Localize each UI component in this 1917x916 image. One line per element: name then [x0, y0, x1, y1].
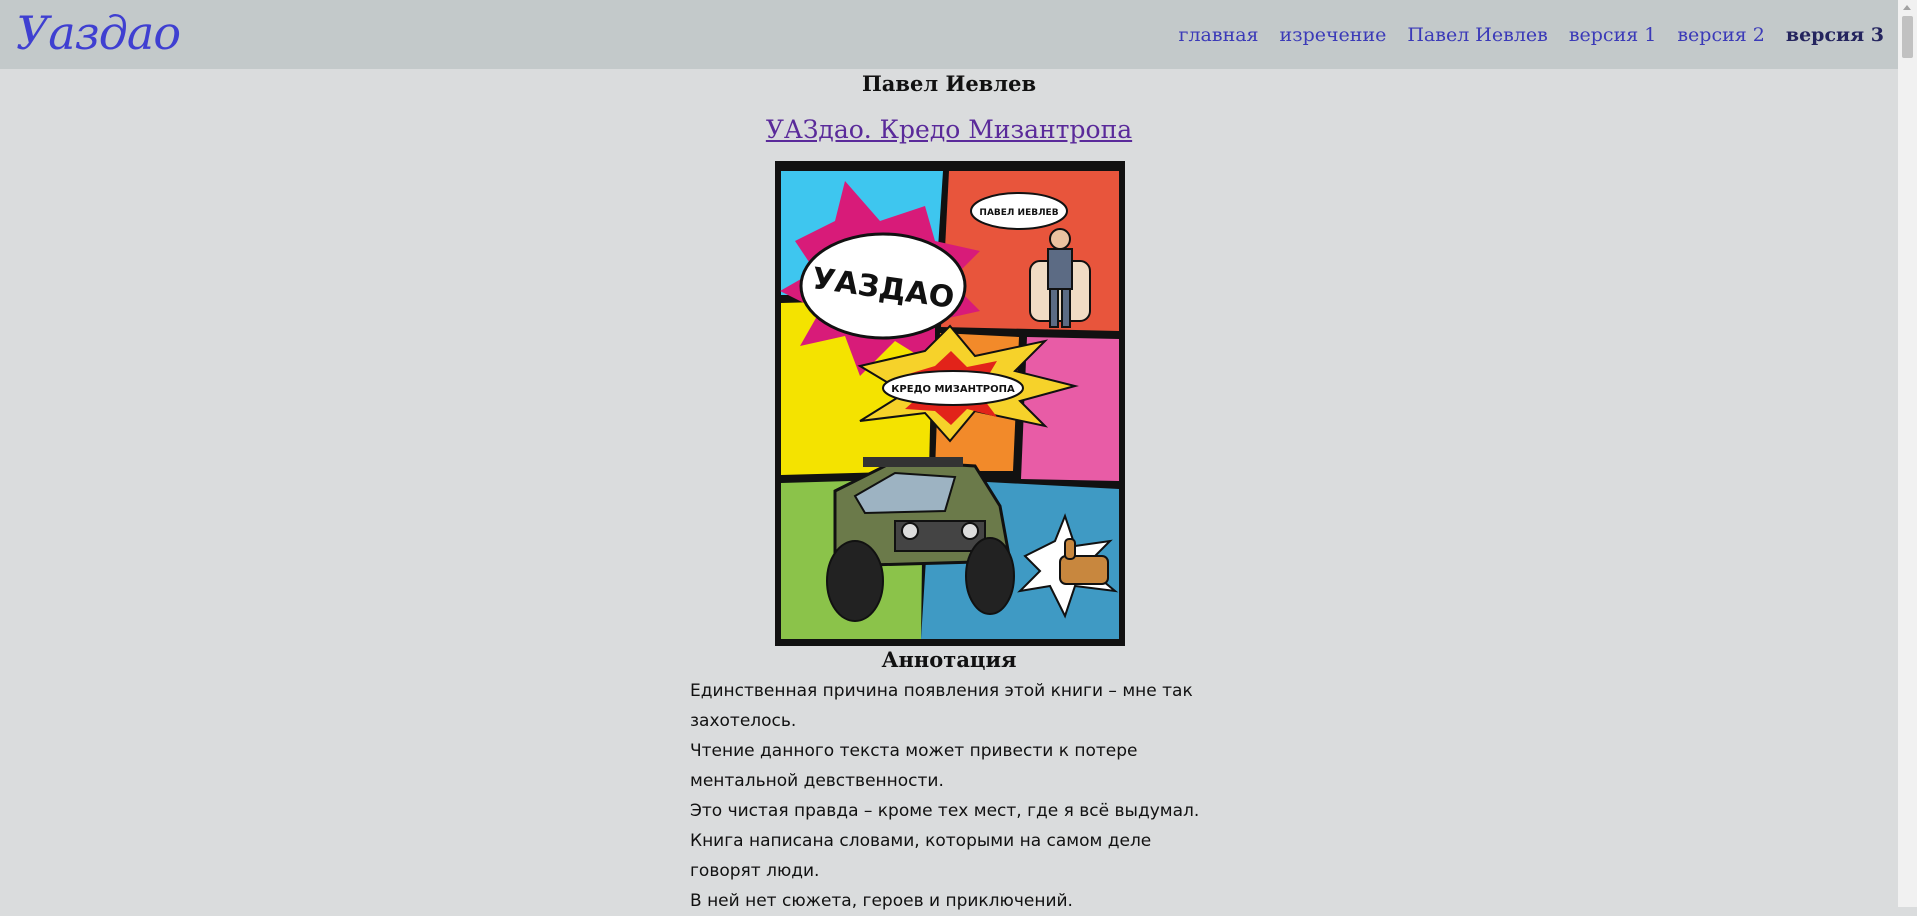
thumb — [1064, 538, 1076, 560]
car-headlight — [961, 522, 979, 540]
book-title: УАЗдао. Кредо Мизантропа — [0, 112, 1898, 148]
author-name: Павел Иевлев — [861, 71, 1037, 96]
book-cover-image[interactable]: УАЗДАО ПАВЕЛ ИЕВЛЕВ КРЕДО МИЗАНТРОПА — [775, 161, 1125, 646]
nav-link-author[interactable]: Павел Иевлев — [1407, 24, 1547, 46]
nav-link-version-3[interactable]: версия 3 — [1786, 24, 1884, 46]
vertical-scrollbar[interactable] — [1898, 0, 1917, 907]
nav-link-quote[interactable]: изречение — [1280, 24, 1387, 46]
annotation-paragraph: Чтение данного текста может привести к п… — [690, 741, 1138, 791]
annotation-text: Единственная причина появления этой книг… — [690, 676, 1220, 916]
thumbs-up-hand — [1059, 555, 1109, 585]
car-roof-rack — [863, 457, 963, 467]
main-nav: главная изречение Павел Иевлев версия 1 … — [1179, 0, 1884, 69]
top-header: Уаздао главная изречение Павел Иевлев ве… — [0, 0, 1898, 69]
cover-author-text: ПАВЕЛ ИЕВЛЕВ — [979, 208, 1058, 218]
annotation-paragraph: Книга написана словами, которыми на само… — [690, 831, 1152, 881]
scroll-up-arrow-icon[interactable] — [1903, 5, 1911, 10]
site-logo[interactable]: Уаздао — [16, 0, 181, 69]
annotation-paragraph: В ней нет сюжета, героев и приключений. — [690, 891, 1073, 911]
car-wheel — [826, 540, 884, 622]
car-wheel — [965, 537, 1015, 615]
man-head — [1049, 228, 1071, 250]
man-body — [1047, 248, 1073, 290]
nav-link-version-1[interactable]: версия 1 — [1569, 24, 1657, 46]
scroll-thumb[interactable] — [1902, 16, 1913, 58]
nav-link-home[interactable]: главная — [1179, 24, 1259, 46]
book-title-link[interactable]: УАЗдао. Кредо Мизантропа — [766, 115, 1132, 144]
panel-pink — [1021, 337, 1119, 481]
cover-art: УАЗДАО ПАВЕЛ ИЕВЛЕВ КРЕДО МИЗАНТРОПА — [775, 161, 1125, 646]
man-leg — [1049, 288, 1059, 328]
nav-link-version-2[interactable]: версия 2 — [1677, 24, 1765, 46]
annotation-paragraph: Это чистая правда – кроме тех мест, где … — [690, 801, 1200, 821]
main-content: Павел Иевлев УАЗдао. Кредо Мизантропа УА… — [0, 69, 1898, 911]
annotation-paragraph: Единственная причина появления этой книг… — [690, 681, 1193, 731]
cover-subtitle-text: КРЕДО МИЗАНТРОПА — [891, 384, 1015, 395]
car-headlight — [901, 522, 919, 540]
man-leg — [1061, 288, 1071, 328]
annotation-heading: Аннотация — [881, 647, 1017, 672]
